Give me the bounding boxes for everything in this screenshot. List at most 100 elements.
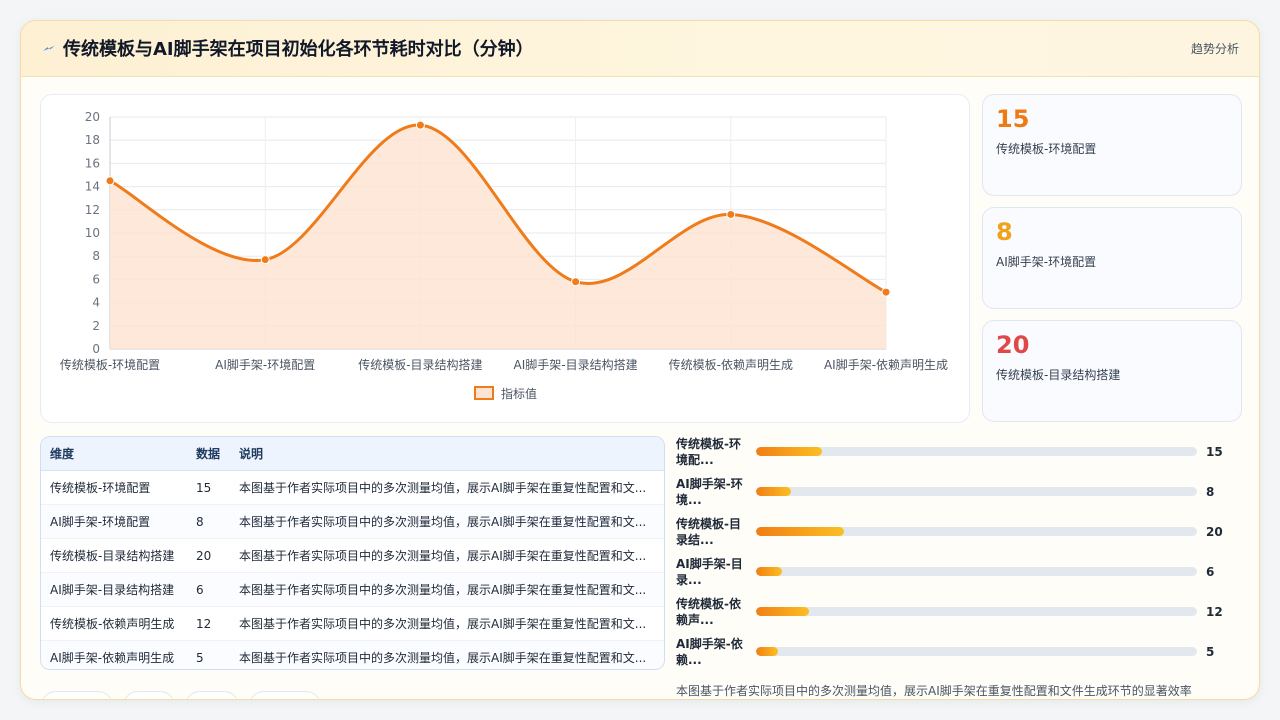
series-area [110, 125, 886, 349]
y-tick-label: 6 [92, 272, 100, 286]
table-row: AI脚手架-依赖声明生成 5 本图基于作者实际项目中的多次测量均值，展示AI脚手架在… [41, 640, 664, 669]
stat-label: 传统模板-目录结构搭建 [996, 368, 1121, 382]
x-tick-label: AI脚手架-环境配置 [215, 357, 315, 372]
line-chart-panel: 0 2 4 6 8 10 12 14 16 18 20 传统模板-环境配置 AI脚手架-环境配置 传统模板… [40, 94, 970, 423]
cell-dimension: 传统模板-目录结构搭建 [41, 538, 187, 573]
bar-value: 6 [1206, 565, 1215, 579]
bar-value: 20 [1206, 525, 1223, 539]
column-header-dimension: 维度 [41, 437, 187, 471]
table-header-row: 维度 数据 说明 [41, 437, 664, 471]
column-header-description: 说明 [230, 437, 664, 471]
bar-fill [756, 647, 779, 656]
stat-value: 8 [996, 218, 1013, 246]
filter-pill[interactable] [41, 691, 113, 699]
progress-bar-list: 传统模板-环境配... 15 AI脚手架-环境... 8 传统模板-目录结...… [676, 436, 1246, 691]
y-tick-label: 12 [85, 203, 100, 217]
data-point [105, 176, 115, 186]
data-point [260, 255, 270, 265]
bar-row: 传统模板-依赖声... 12 [676, 596, 1246, 636]
stat-card-1: 15 传统模板-环境配置 [982, 94, 1242, 196]
x-tick-label: AI脚手架-目录结构搭建 [514, 357, 638, 372]
cell-dimension: 传统模板-环境配置 [41, 470, 187, 505]
bar-track [756, 607, 1197, 616]
data-table: 维度 数据 说明 传统模板-环境配置 15 本图基于作者实际项目中的多次测量均值，展… [41, 437, 664, 669]
bar-value: 5 [1206, 645, 1215, 659]
bar-track [756, 647, 1197, 656]
cell-value: 20 [187, 538, 230, 573]
data-point [726, 209, 736, 219]
cell-description: 本图基于作者实际项目中的多次测量均值，展示AI脚手架在重复性配置和文... [230, 572, 664, 607]
bar-row: 传统模板-目录结... 20 [676, 516, 1246, 556]
cell-value: 6 [187, 572, 230, 607]
filter-pill[interactable] [123, 691, 175, 699]
column-header-value: 数据 [187, 437, 230, 471]
y-tick-label: 14 [85, 180, 100, 194]
bar-track [756, 567, 1197, 576]
stat-value: 20 [996, 331, 1030, 359]
filter-pill[interactable] [185, 691, 239, 699]
bar-label: 传统模板-依赖声... [676, 597, 741, 627]
cell-description: 本图基于作者实际项目中的多次测量均值，展示AI脚手架在重复性配置和文... [230, 538, 664, 573]
bar-track [756, 447, 1197, 456]
cell-value: 5 [187, 640, 230, 669]
cell-value: 15 [187, 470, 230, 505]
x-tick-label: 传统模板-环境配置 [60, 357, 160, 372]
bar-row: 传统模板-环境配... 15 [676, 436, 1246, 476]
stat-card-2: 8 AI脚手架-环境配置 [982, 207, 1242, 309]
data-point [881, 287, 891, 297]
cell-dimension: AI脚手架-目录结构搭建 [41, 572, 187, 607]
cell-value: 8 [187, 504, 230, 539]
bar-row: AI脚手架-目录... 6 [676, 556, 1246, 596]
trend-analysis-link[interactable]: 趋势分析 [1191, 40, 1239, 57]
bar-value: 8 [1206, 485, 1215, 499]
bar-label: 传统模板-目录结... [676, 517, 741, 547]
bar-row: AI脚手架-环境... 8 [676, 476, 1246, 516]
cell-dimension: AI脚手架-依赖声明生成 [41, 640, 187, 669]
bar-fill [756, 487, 792, 496]
bar-label: AI脚手架-依赖... [676, 637, 743, 667]
legend-label: 指标值 [501, 386, 537, 401]
bar-track [756, 487, 1197, 496]
y-tick-label: 8 [92, 249, 100, 263]
y-tick-label: 4 [92, 296, 100, 310]
y-tick-label: 2 [92, 319, 100, 333]
table-row: 传统模板-环境配置 15 本图基于作者实际项目中的多次测量均值，展示AI脚手架在重复… [41, 470, 664, 505]
page-title: 传统模板与AI脚手架在项目初始化各环节耗时对比（分钟） [63, 39, 534, 60]
bar-fill [756, 447, 823, 456]
table-row: AI脚手架-目录结构搭建 6 本图基于作者实际项目中的多次测量均值，展示AI脚手架在… [41, 572, 664, 607]
cell-dimension: AI脚手架-环境配置 [41, 504, 187, 539]
stat-card-3: 20 传统模板-目录结构搭建 [982, 320, 1242, 422]
bar-label: AI脚手架-目录... [676, 557, 743, 587]
data-table-panel: 维度 数据 说明 传统模板-环境配置 15 本图基于作者实际项目中的多次测量均值，展… [40, 436, 665, 670]
bar-label: AI脚手架-环境... [676, 477, 743, 507]
cell-dimension: 传统模板-依赖声明生成 [41, 606, 187, 641]
dashboard-card: 传统模板与AI脚手架在项目初始化各环节耗时对比（分钟） 趋势分析 0 2 4 6 8 10… [20, 20, 1260, 700]
y-tick-label: 10 [85, 226, 100, 240]
bar-row: AI脚手架-依赖... 5 [676, 636, 1246, 676]
card-header: 传统模板与AI脚手架在项目初始化各环节耗时对比（分钟） 趋势分析 [21, 21, 1259, 77]
cell-description: 本图基于作者实际项目中的多次测量均值，展示AI脚手架在重复性配置和文... [230, 470, 664, 505]
stat-value: 15 [996, 105, 1030, 133]
data-point [571, 277, 581, 287]
line-chart: 0 2 4 6 8 10 12 14 16 18 20 传统模板-环境配置 AI脚手架-环境配置 传统模板… [60, 110, 948, 401]
bar-value: 12 [1206, 605, 1223, 619]
y-tick-label: 16 [85, 156, 100, 170]
x-tick-label: AI脚手架-依赖声明生成 [824, 357, 948, 372]
bar-fill [756, 607, 809, 616]
table-row: 传统模板-目录结构搭建 20 本图基于作者实际项目中的多次测量均值，展示AI脚手架在… [41, 538, 664, 573]
table-row: AI脚手架-环境配置 8 本图基于作者实际项目中的多次测量均值，展示AI脚手架在重复… [41, 504, 664, 539]
footnote-text: 本图基于作者实际项目中的多次测量均值，展示AI脚手架在重复性配置和文件生成环节的… [676, 684, 1192, 698]
cell-description: 本图基于作者实际项目中的多次测量均值，展示AI脚手架在重复性配置和文... [230, 606, 664, 641]
x-tick-label: 传统模板-目录结构搭建 [358, 357, 482, 372]
bar-fill [756, 567, 783, 576]
legend-swatch [474, 386, 494, 400]
lightning-icon [43, 45, 55, 51]
bar-label: 传统模板-环境配... [676, 437, 741, 467]
bar-value: 15 [1206, 445, 1223, 459]
y-tick-label: 0 [92, 342, 100, 356]
y-tick-label: 20 [85, 110, 100, 124]
cell-description: 本图基于作者实际项目中的多次测量均值，展示AI脚手架在重复性配置和文... [230, 504, 664, 539]
cell-value: 12 [187, 606, 230, 641]
bar-fill [756, 527, 845, 536]
filter-pill[interactable] [249, 691, 321, 699]
